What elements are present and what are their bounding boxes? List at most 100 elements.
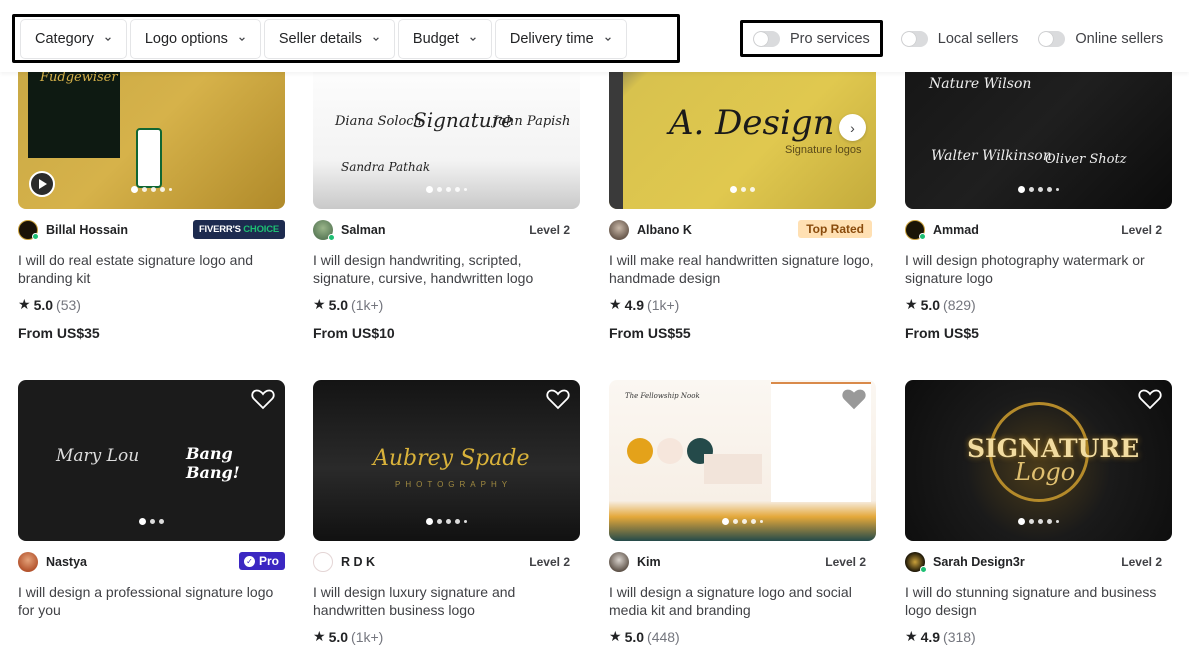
carousel-dot[interactable] [1047,187,1052,192]
carousel-next-button[interactable]: › [839,114,866,141]
avatar[interactable] [905,552,927,573]
seller-name[interactable]: Albano K [637,223,692,237]
filter-delivery-time[interactable]: Delivery time [494,18,627,59]
gig-title[interactable]: I will design a signature logo and socia… [609,583,876,619]
carousel-dot[interactable] [159,519,164,524]
gig-thumbnail[interactable]: A. Design Signature logos › [609,48,876,209]
filter-category[interactable]: Category [20,18,127,59]
carousel-dot[interactable] [150,519,155,524]
avatar[interactable] [313,220,335,241]
carousel-dot[interactable] [455,187,460,192]
carousel-dot[interactable] [1029,187,1034,192]
gig-card[interactable]: The Fellowship Nook Kim Level 2 I will d… [609,380,876,645]
seller-name[interactable]: Kim [637,555,661,569]
carousel-dot[interactable] [1038,187,1043,192]
filter-seller-details[interactable]: Seller details [263,18,395,59]
seller-name[interactable]: Nastya [46,555,87,569]
carousel-dot[interactable] [446,187,451,192]
carousel-dot[interactable] [139,518,146,525]
carousel-dots [18,186,285,193]
carousel-dot[interactable] [426,518,433,525]
play-video-icon[interactable] [29,171,55,197]
toggle-pro-services[interactable]: Pro services [740,20,883,57]
carousel-dot[interactable] [1056,188,1059,191]
carousel-dot[interactable] [730,186,737,193]
carousel-dot[interactable] [1038,519,1043,524]
star-icon: ★ [609,628,622,644]
gig-thumbnail[interactable]: Nature Wilson Vaughn Pollinator Walter W… [905,48,1172,209]
carousel-dot[interactable] [446,519,451,524]
carousel-dot[interactable] [750,187,755,192]
gig-title[interactable]: I will design photography watermark or s… [905,251,1172,287]
gig-thumbnail[interactable]: The Fellowship Nook [609,380,876,541]
toggle-switch[interactable] [1038,30,1066,47]
gig-card[interactable]: Mary Lou Bang Bang! Nastya ✓ Pro I will d… [18,380,285,619]
toggle-switch[interactable] [900,30,928,47]
carousel-dot[interactable] [1056,520,1059,523]
carousel-dot[interactable] [464,188,467,191]
carousel-dot[interactable] [426,186,433,193]
gig-card[interactable]: SIGNATURE Logo Sarah Design3r Level 2 I … [905,380,1172,645]
carousel-dot[interactable] [1047,519,1052,524]
carousel-dot[interactable] [741,187,746,192]
avatar[interactable] [609,220,629,240]
seller-level-badge: Level 2 [825,555,866,569]
gig-title[interactable]: I will make real handwritten signature l… [609,251,876,287]
carousel-dot[interactable] [722,518,729,525]
carousel-dot[interactable] [1018,518,1025,525]
carousel-dot[interactable] [437,519,442,524]
carousel-dot[interactable] [151,187,156,192]
avatar[interactable] [905,220,926,240]
carousel-dot[interactable] [131,186,138,193]
carousel-dot[interactable] [160,187,165,192]
carousel-dot[interactable] [142,187,147,192]
carousel-dot[interactable] [733,519,738,524]
seller-name[interactable]: R D K [341,555,375,569]
heart-icon[interactable] [842,388,866,410]
gig-card[interactable]: Aubrey Spade PHOTOGRAPHY R D K Level 2 I… [313,380,580,645]
heart-icon[interactable] [1138,388,1162,410]
gig-card[interactable]: Nature Wilson Vaughn Pollinator Walter W… [905,48,1172,341]
seller-name[interactable]: Ammad [933,223,979,237]
filter-budget[interactable]: Budget [397,18,492,59]
carousel-dot[interactable] [742,519,747,524]
toggle-local-sellers[interactable]: Local sellers [891,21,1029,57]
gig-card[interactable]: A. Design Signature logos › Albano K Top… [609,48,876,341]
avatar[interactable] [18,220,39,240]
carousel-dot[interactable] [455,519,460,524]
carousel-dot[interactable] [751,519,756,524]
toggle-online-sellers[interactable]: Online sellers [1028,21,1173,57]
gig-thumbnail[interactable]: Mary Lou Bang Bang! [18,380,285,541]
gig-thumbnail[interactable]: Fudgewiser [18,48,285,209]
carousel-dot[interactable] [437,187,442,192]
gig-title[interactable]: I will design handwriting, scripted, sig… [313,251,580,287]
seller-name[interactable]: Billal Hossain [46,223,128,237]
gig-price: From US$35 [18,325,100,341]
gig-title[interactable]: I will do stunning signature and busines… [905,583,1172,619]
carousel-dot[interactable] [464,520,467,523]
seller-level-badge: Level 2 [529,223,570,237]
seller-name[interactable]: Salman [341,223,385,237]
gig-thumbnail[interactable]: Aubrey Spade PHOTOGRAPHY [313,380,580,541]
gig-thumbnail[interactable]: SIGNATURE Logo [905,380,1172,541]
carousel-dot[interactable] [760,520,763,523]
gig-card[interactable]: Fudgewiser Billal Hossain FIVERR'S CHOIC… [18,48,285,341]
gig-thumbnail[interactable]: Mahin Ahmed Signature Diana Soloch John … [313,48,580,209]
carousel-dot[interactable] [1029,519,1034,524]
carousel-dot[interactable] [1018,186,1025,193]
heart-icon[interactable] [251,388,275,410]
avatar[interactable] [18,552,38,572]
heart-icon[interactable] [546,388,570,410]
gig-title[interactable]: I will design luxury signature and handw… [313,583,580,619]
carousel-dot[interactable] [169,188,172,191]
thumb-art-text: John Papish [493,114,571,129]
gig-title[interactable]: I will design a professional signature l… [18,583,285,619]
gig-card[interactable]: Mahin Ahmed Signature Diana Soloch John … [313,48,580,341]
filter-logo-options[interactable]: Logo options [129,18,261,59]
gig-title[interactable]: I will do real estate signature logo and… [18,251,285,287]
review-count: (1k+) [351,296,384,313]
avatar[interactable] [313,552,333,572]
toggle-switch[interactable] [753,30,780,47]
avatar[interactable] [609,552,629,572]
seller-name[interactable]: Sarah Design3r [933,555,1025,569]
